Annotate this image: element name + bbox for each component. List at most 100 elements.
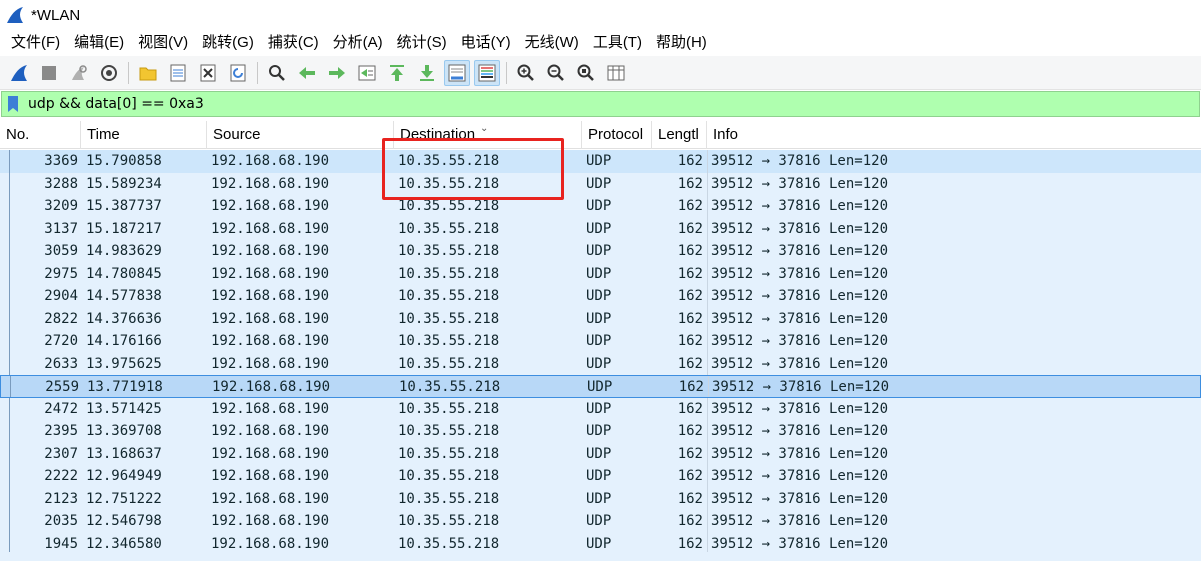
table-row[interactable]: 2904 14.577838 192.168.68.190 10.35.55.218 U… — [0, 285, 1201, 308]
cell-length: 162 — [677, 333, 703, 349]
cell-destination: 10.35.55.218 — [398, 288, 500, 304]
cell-info: 39512 → 37816 Len=120 — [711, 400, 889, 417]
table-row[interactable]: 3059 14.983629 192.168.68.190 10.35.55.218 U… — [0, 240, 1201, 263]
menu-view[interactable]: 视图(V) — [131, 30, 195, 56]
cell-info: 39512 → 37816 Len=120 — [711, 243, 889, 259]
cell-no: 2307 — [44, 445, 78, 462]
table-row[interactable]: 2633 13.975625 192.168.68.190 10.35.55.218 U… — [0, 352, 1201, 375]
cell-destination: 10.35.55.218 — [399, 379, 501, 395]
cell-protocol: UDP — [586, 175, 612, 192]
bookmark-icon[interactable] — [2, 92, 24, 116]
cell-length: 162 — [677, 423, 703, 439]
column-header-protocol[interactable]: Protocol — [582, 121, 652, 149]
cell-protocol: UDP — [586, 220, 612, 237]
table-row[interactable]: 2472 13.571425 192.168.68.190 10.35.55.218 U… — [0, 397, 1201, 420]
cell-source: 192.168.68.190 — [211, 198, 330, 214]
cell-info: 39512 → 37816 Len=120 — [711, 265, 889, 282]
menu-file[interactable]: 文件(F) — [4, 30, 67, 56]
cell-destination: 10.35.55.218 — [398, 265, 500, 282]
find-packet-icon[interactable] — [264, 60, 290, 86]
cell-time: 13.771918 — [87, 379, 163, 395]
cell-length: 162 — [677, 513, 703, 529]
reload-file-icon[interactable] — [225, 60, 251, 86]
cell-length: 162 — [677, 220, 703, 237]
column-header-time[interactable]: Time — [81, 121, 207, 149]
cell-no: 2395 — [44, 423, 78, 439]
resize-columns-icon[interactable] — [603, 60, 629, 86]
cell-source: 192.168.68.190 — [211, 243, 330, 259]
cell-protocol: UDP — [586, 355, 612, 372]
column-header-info[interactable]: Info — [707, 121, 1201, 149]
row-column-divider — [707, 240, 708, 263]
open-file-icon[interactable] — [135, 60, 161, 86]
stop-capture-icon[interactable] — [36, 60, 62, 86]
cell-source: 192.168.68.190 — [211, 153, 330, 169]
zoom-out-icon[interactable] — [543, 60, 569, 86]
go-back-icon[interactable] — [294, 60, 320, 86]
save-file-icon[interactable] — [165, 60, 191, 86]
menu-statistics[interactable]: 统计(S) — [390, 30, 454, 56]
menu-capture[interactable]: 捕获(C) — [261, 30, 326, 56]
table-row[interactable]: 3288 15.589234 192.168.68.190 10.35.55.218 U… — [0, 172, 1201, 195]
restart-capture-icon[interactable] — [66, 60, 92, 86]
cell-time: 12.964949 — [86, 468, 162, 484]
column-header-length[interactable]: Lengtl — [652, 121, 707, 149]
main-toolbar — [0, 56, 1201, 90]
table-row[interactable]: 2035 12.546798 192.168.68.190 10.35.55.218 U… — [0, 510, 1201, 533]
menu-help[interactable]: 帮助(H) — [649, 30, 714, 56]
first-packet-icon[interactable] — [384, 60, 410, 86]
table-row[interactable]: 3209 15.387737 192.168.68.190 10.35.55.218 U… — [0, 195, 1201, 218]
cell-source: 192.168.68.190 — [211, 490, 330, 507]
column-header-destination[interactable]: ⌄ Destination — [394, 121, 582, 149]
column-header-source[interactable]: Source — [207, 121, 394, 149]
go-to-packet-icon[interactable] — [354, 60, 380, 86]
table-row[interactable]: 3137 15.187217 192.168.68.190 10.35.55.218 U… — [0, 217, 1201, 240]
cell-length: 162 — [677, 175, 703, 192]
menu-bar: 文件(F) 编辑(E) 视图(V) 跳转(G) 捕获(C) 分析(A) 统计(S… — [0, 30, 1201, 56]
table-row[interactable]: 2559 13.771918 192.168.68.190 10.35.55.218 U… — [0, 375, 1201, 398]
menu-analyze[interactable]: 分析(A) — [326, 30, 390, 56]
table-row[interactable]: 2123 12.751222 192.168.68.190 10.35.55.218 U… — [0, 487, 1201, 510]
cell-length: 162 — [677, 468, 703, 484]
cell-time: 12.751222 — [86, 490, 162, 507]
close-file-icon[interactable] — [195, 60, 221, 86]
table-row[interactable]: 2822 14.376636 192.168.68.190 10.35.55.218 U… — [0, 307, 1201, 330]
colorize-icon[interactable] — [474, 59, 500, 86]
cell-time: 13.369708 — [86, 423, 162, 439]
display-filter-bar[interactable]: udp && data[0] == 0xa3 — [1, 91, 1200, 117]
capture-options-icon[interactable] — [96, 60, 122, 86]
cell-length: 162 — [677, 355, 703, 372]
display-filter-input[interactable]: udp && data[0] == 0xa3 — [24, 96, 204, 112]
column-header-no[interactable]: No. — [0, 121, 81, 149]
table-row[interactable]: 2395 13.369708 192.168.68.190 10.35.55.218 U… — [0, 420, 1201, 443]
last-packet-icon[interactable] — [414, 60, 440, 86]
cell-protocol: UDP — [587, 379, 613, 395]
menu-telephony[interactable]: 电话(Y) — [454, 30, 518, 56]
table-row[interactable]: 2307 13.168637 192.168.68.190 10.35.55.218 U… — [0, 442, 1201, 465]
menu-wireless[interactable]: 无线(W) — [518, 30, 586, 56]
table-row[interactable]: 3369 15.790858 192.168.68.190 10.35.55.218 U… — [0, 150, 1201, 173]
row-column-divider — [707, 487, 708, 510]
normal-size-icon[interactable] — [573, 60, 599, 86]
cell-length: 162 — [677, 265, 703, 282]
table-row[interactable]: 2975 14.780845 192.168.68.190 10.35.55.218 U… — [0, 262, 1201, 285]
cell-destination: 10.35.55.218 — [398, 445, 500, 462]
cell-protocol: UDP — [586, 513, 612, 529]
cell-time: 13.975625 — [86, 355, 162, 372]
menu-edit[interactable]: 编辑(E) — [67, 30, 131, 56]
menu-tools[interactable]: 工具(T) — [586, 30, 649, 56]
zoom-in-icon[interactable] — [513, 60, 539, 86]
cell-destination: 10.35.55.218 — [398, 400, 500, 417]
table-row[interactable]: 2222 12.964949 192.168.68.190 10.35.55.218 U… — [0, 465, 1201, 488]
packet-list-header: No. Time Source ⌄ Destination Protocol L… — [0, 121, 1201, 149]
start-capture-icon[interactable] — [6, 60, 32, 86]
row-column-divider — [707, 352, 708, 375]
cell-time: 14.176166 — [86, 333, 162, 349]
cell-no: 2222 — [44, 468, 78, 484]
autoscroll-icon[interactable] — [444, 59, 470, 86]
table-row[interactable]: 2720 14.176166 192.168.68.190 10.35.55.218 U… — [0, 330, 1201, 353]
menu-go[interactable]: 跳转(G) — [195, 30, 261, 56]
row-column-divider — [707, 217, 708, 240]
row-column-divider — [707, 510, 708, 533]
go-forward-icon[interactable] — [324, 60, 350, 86]
